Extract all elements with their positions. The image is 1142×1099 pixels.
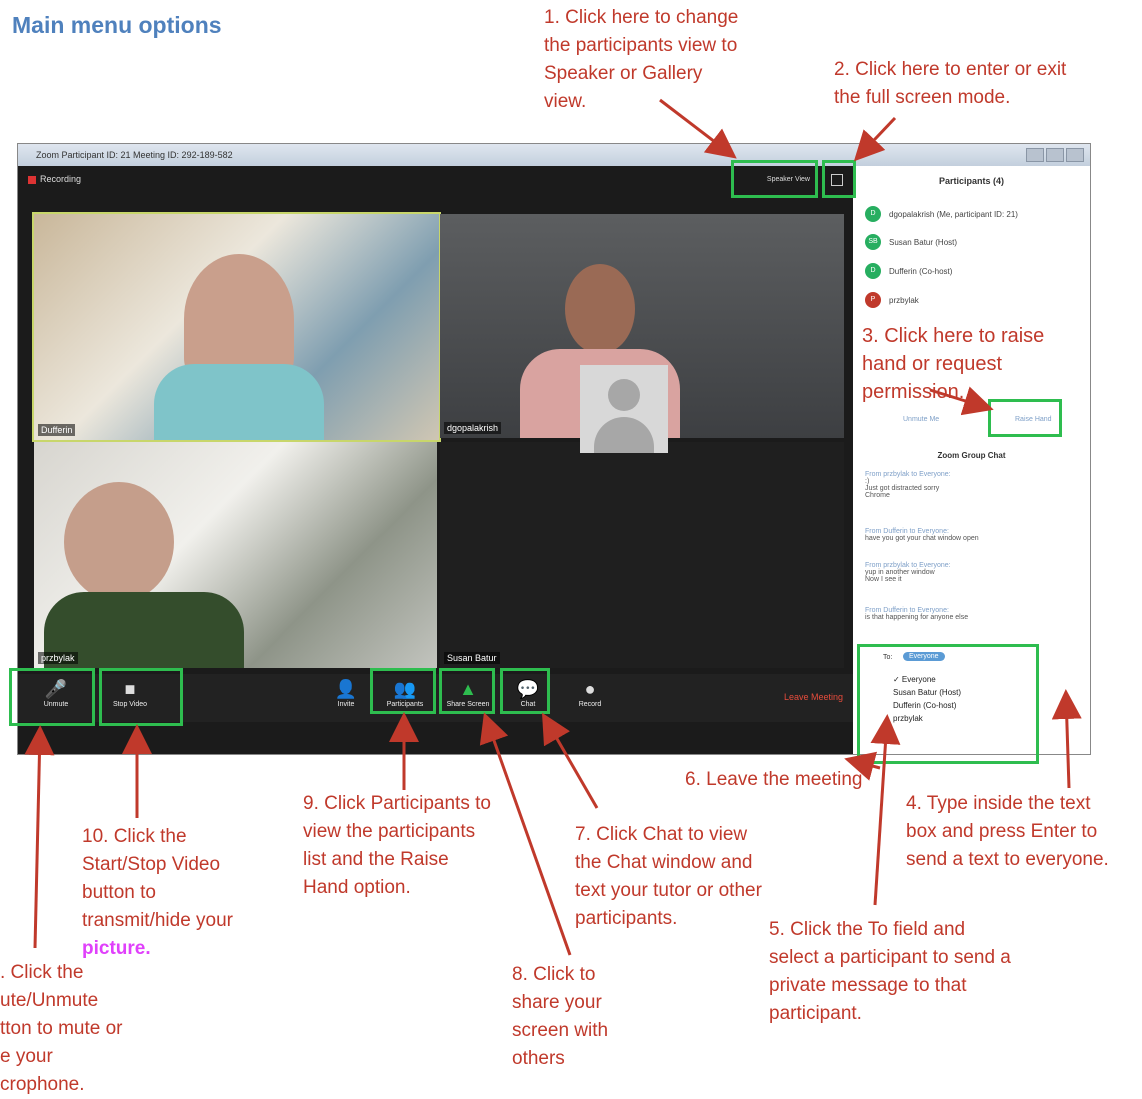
annotation-10-text: 10. Click the Start/Stop Video button to… [82,826,234,931]
annotation-4: 4. Type inside the text box and press En… [906,793,1109,870]
annotation-10: 10. Click the Start/Stop Video button to… [82,823,233,963]
annotation-2: 2. Click here to enter or exit the full … [834,59,1067,108]
annotation-10-end: picture. [82,938,151,959]
annotation-7: 7. Click Chat to view the Chat window an… [575,824,762,929]
annotation-1: 1. Click here to change the participants… [544,7,739,112]
annotation-5: 5. Click the To field and select a parti… [769,919,1011,1024]
annotation-3: 3. Click here to raise hand or request p… [862,325,1045,403]
annotation-8: 8. Click to share your screen with other… [512,964,609,1069]
annotation-11: . Click the ute/Unmute tton to mute or e… [0,962,123,1095]
annotation-9: 9. Click Participants to view the partic… [303,793,491,898]
annotation-6: 6. Leave the meeting [685,769,863,790]
